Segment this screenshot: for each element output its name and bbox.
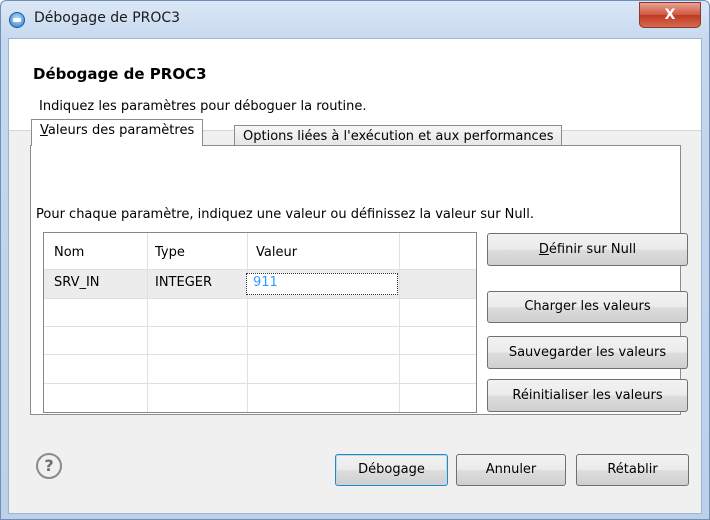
cell-type: INTEGER <box>155 275 213 290</box>
row-divider <box>44 354 476 355</box>
header-description: Indiquez les paramètres pour déboguer la… <box>39 99 367 114</box>
debug-button[interactable]: Débogage <box>335 454 448 486</box>
column-header-nom[interactable]: Nom <box>54 245 84 260</box>
row-divider <box>44 383 476 384</box>
reset-values-button[interactable]: Réinitialiser les valeurs <box>487 379 688 412</box>
load-values-button[interactable]: Charger les valeurs <box>487 291 688 323</box>
app-icon <box>9 12 25 28</box>
close-button[interactable]: X <box>639 2 701 28</box>
set-null-mnemonic: D <box>538 242 549 257</box>
restore-button[interactable]: Rétablir <box>576 454 689 486</box>
window-title: Débogage de PROC3 <box>34 10 181 26</box>
column-header-valeur[interactable]: Valeur <box>256 245 297 260</box>
tab-execution-options[interactable]: Options liées à l'exécution et aux perfo… <box>234 125 563 147</box>
row-divider <box>44 326 476 327</box>
cell-valeur-input[interactable]: 911 <box>246 273 398 295</box>
row-divider <box>44 298 476 299</box>
column-divider <box>147 233 148 412</box>
instruction-text: Pour chaque paramètre, indiquez une vale… <box>36 207 535 222</box>
header-title: Débogage de PROC3 <box>33 65 207 83</box>
parameter-table[interactable]: Nom Type Valeur SRV_IN INTEGER 911 <box>43 232 477 413</box>
tab-parameter-values[interactable]: Valeurs des paramètres <box>31 119 204 146</box>
set-null-label: éfinir sur Null <box>548 242 637 257</box>
dialog-window: Débogage de PROC3 X Débogage de PROC3 In… <box>0 0 710 520</box>
cell-nom: SRV_IN <box>54 275 100 290</box>
cancel-button[interactable]: Annuler <box>456 454 566 486</box>
column-header-type[interactable]: Type <box>155 245 185 260</box>
save-values-button[interactable]: Sauvegarder les valeurs <box>487 336 688 369</box>
title-bar: Débogage de PROC3 X <box>1 1 709 37</box>
column-divider <box>399 233 400 412</box>
help-icon[interactable]: ? <box>36 453 62 479</box>
set-null-button[interactable]: Définir sur Null <box>487 233 688 266</box>
tab-mnemonic: V <box>40 123 48 138</box>
tab-label: aleurs des paramètres <box>47 123 195 138</box>
column-divider <box>247 233 248 412</box>
row-divider <box>44 269 476 270</box>
dialog-header: Débogage de PROC3 Indiquez les paramètre… <box>9 39 701 131</box>
